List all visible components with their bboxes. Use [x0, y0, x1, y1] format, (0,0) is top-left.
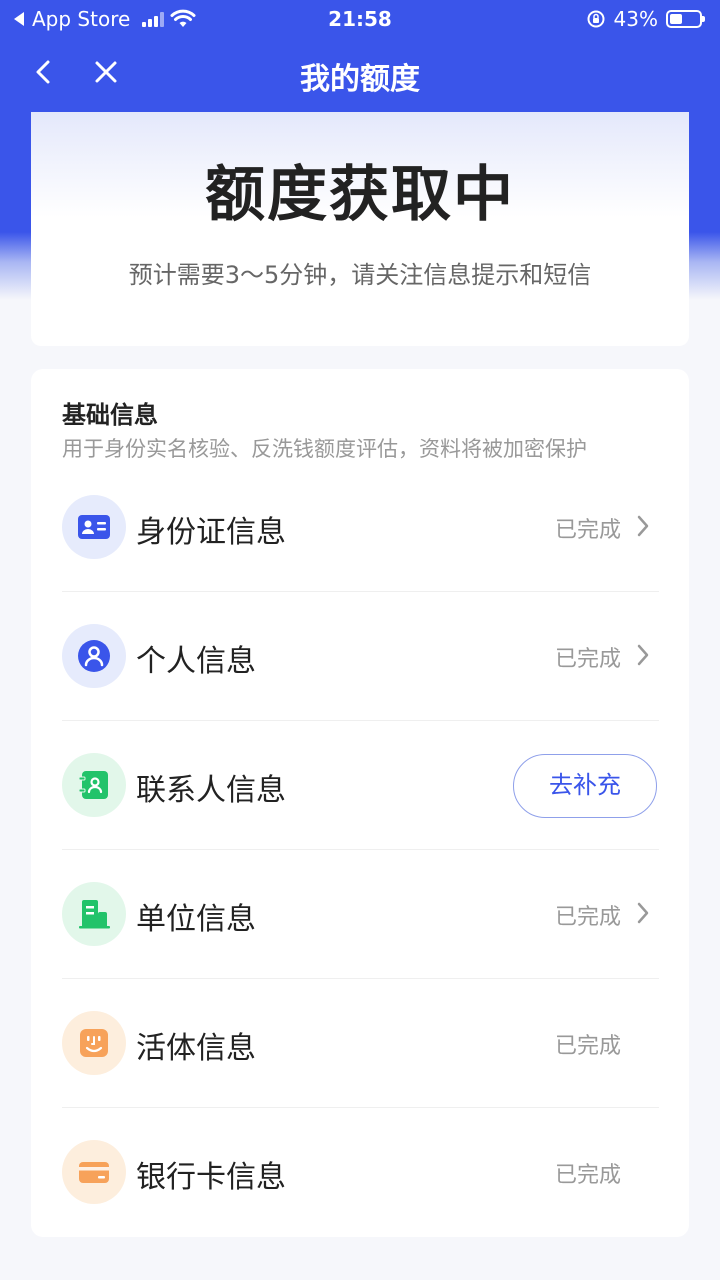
status-text: 已完成	[554, 647, 621, 672]
battery-icon	[666, 10, 705, 28]
list-item-employer[interactable]: 单位信息 已完成	[62, 850, 659, 979]
face-icon	[62, 1011, 126, 1075]
chevron-right-icon	[637, 902, 649, 924]
status-text: 已完成	[554, 518, 621, 543]
list-item-bank-card: 银行卡信息 已完成	[62, 1108, 659, 1237]
chevron-right-icon	[637, 644, 649, 666]
list-item-liveness: 活体信息 已完成	[62, 979, 659, 1108]
status-text: 已完成	[554, 1163, 621, 1188]
quota-status-card: 额度获取中 预计需要3～5分钟，请关注信息提示和短信	[31, 112, 689, 346]
list-item-label: 活体信息	[136, 1031, 256, 1066]
list-item-label: 个人信息	[136, 644, 256, 679]
section-title: 基础信息	[62, 401, 158, 429]
page-title: 我的额度	[300, 62, 420, 97]
status-text: 已完成	[554, 1034, 621, 1059]
list-item-personal-info[interactable]: 个人信息 已完成	[62, 592, 659, 721]
bank-card-icon	[62, 1140, 126, 1204]
section-description: 用于身份实名核验、反洗钱额度评估，资料将被加密保护	[62, 437, 587, 461]
orientation-lock-icon	[587, 10, 605, 28]
building-icon	[62, 882, 126, 946]
status-bar: App Store 21:58 43%	[0, 0, 720, 38]
id-card-icon	[62, 495, 126, 559]
list-item-label: 单位信息	[136, 902, 256, 937]
nav-bar: 我的额度	[0, 40, 720, 106]
status-text: 已完成	[554, 905, 621, 930]
battery-percentage: 43%	[613, 7, 658, 31]
chevron-right-icon	[637, 515, 649, 537]
person-icon	[62, 624, 126, 688]
list-item-label: 银行卡信息	[136, 1160, 286, 1195]
list-item-id-card[interactable]: 身份证信息 已完成	[62, 463, 659, 592]
list-item-label: 身份证信息	[136, 515, 286, 550]
list-item-label: 联系人信息	[136, 773, 286, 808]
supplement-button[interactable]: 去补充	[513, 754, 657, 818]
quota-status-heading: 额度获取中	[205, 160, 515, 230]
list-item-contacts[interactable]: 联系人信息 去补充	[62, 721, 659, 850]
basic-info-card: 基础信息 用于身份实名核验、反洗钱额度评估，资料将被加密保护 身份证信息 已完成	[31, 369, 689, 1237]
quota-status-subtitle: 预计需要3～5分钟，请关注信息提示和短信	[128, 261, 592, 289]
contacts-icon	[62, 753, 126, 817]
